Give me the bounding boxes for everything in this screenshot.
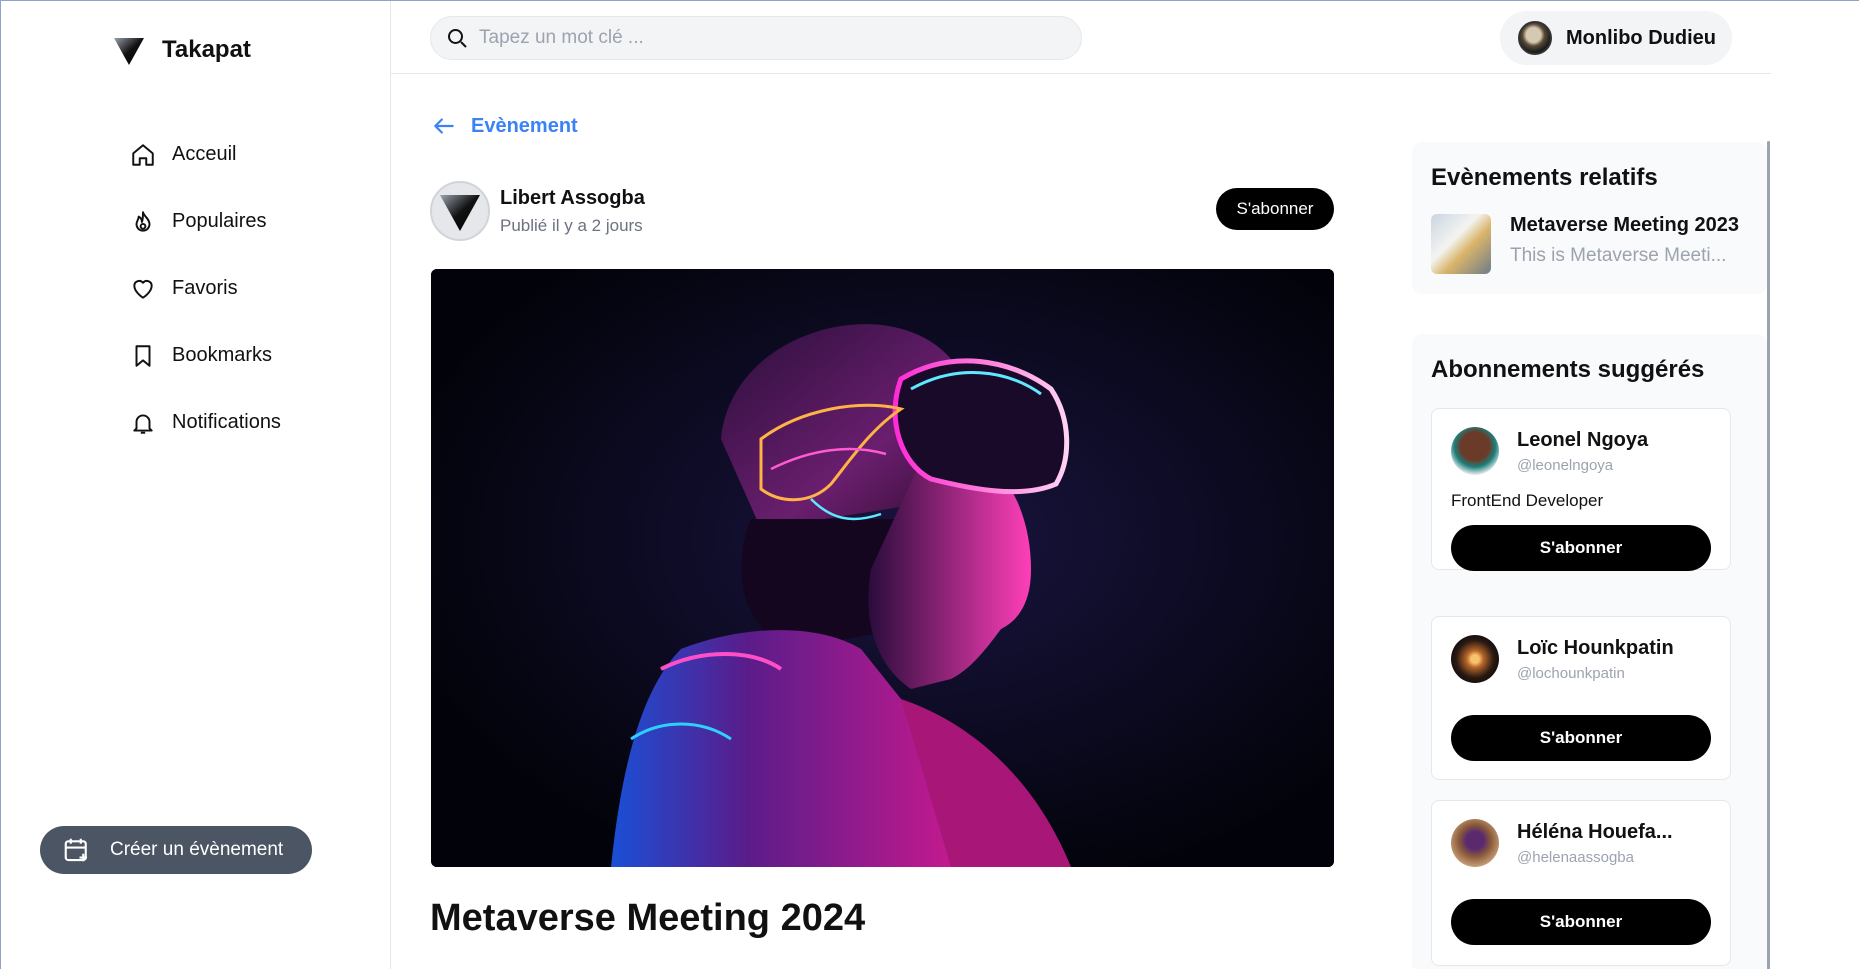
related-event-desc: This is Metaverse Meeti...: [1510, 245, 1727, 266]
back-link[interactable]: Evènement: [431, 113, 578, 139]
logo-icon: [440, 195, 480, 231]
header-divider: [391, 73, 1771, 74]
nav-item-favorites[interactable]: Favoris: [130, 255, 281, 322]
create-event-label: Créer un évènement: [110, 839, 284, 860]
avatar[interactable]: [1451, 819, 1499, 867]
nav-item-home[interactable]: Acceuil: [130, 121, 281, 188]
suggested-user-card: Loïc Hounkpatin @lochounkpatin S'abonner: [1431, 616, 1731, 780]
heart-icon: [133, 279, 153, 299]
app-frame: Takapat Acceuil Populaires Favoris Bookm…: [0, 0, 1859, 969]
related-events-panel: Evènements relatifs Metaverse Meeting 20…: [1412, 142, 1767, 294]
scrollbar[interactable]: [1767, 141, 1770, 969]
suggested-user-name[interactable]: Loïc Hounkpatin: [1517, 637, 1674, 660]
search-bar[interactable]: [430, 16, 1082, 60]
nav-label: Favoris: [172, 277, 238, 299]
author-avatar[interactable]: [430, 181, 490, 241]
related-events-title: Evènements relatifs: [1431, 164, 1658, 191]
back-label: Evènement: [471, 114, 578, 137]
related-event-item[interactable]: Metaverse Meeting 2023 This is Metaverse…: [1431, 214, 1767, 274]
nav-label: Notifications: [172, 411, 281, 433]
brand[interactable]: Takapat: [112, 33, 251, 67]
suggested-user-bio: FrontEnd Developer: [1451, 491, 1604, 510]
subscribe-button[interactable]: S'abonner: [1216, 188, 1334, 230]
nav-item-bookmarks[interactable]: Bookmarks: [130, 322, 281, 389]
user-name: Monlibo Dudieu: [1566, 26, 1716, 49]
nav-item-notifications[interactable]: Notifications: [130, 389, 281, 456]
flame-icon: [135, 210, 151, 232]
nav-label: Acceuil: [172, 143, 237, 165]
suggested-user-name[interactable]: Leonel Ngoya: [1517, 429, 1648, 452]
suggested-user-handle: @helenaassogba: [1517, 848, 1634, 866]
suggested-user-card: Héléna Houefa... @helenaassogba S'abonne…: [1431, 800, 1731, 966]
user-menu[interactable]: Monlibo Dudieu: [1500, 11, 1732, 65]
avatar: [1518, 21, 1552, 55]
publish-time: Publié il y a 2 jours: [500, 215, 643, 235]
nav-item-popular[interactable]: Populaires: [130, 188, 281, 255]
suggested-user-handle: @leonelngoya: [1517, 456, 1614, 474]
nav-label: Bookmarks: [172, 344, 273, 366]
suggested-subscriptions-panel: Abonnements suggérés Leonel Ngoya @leone…: [1412, 334, 1767, 969]
sidebar: Takapat Acceuil Populaires Favoris Bookm…: [2, 1, 391, 969]
post-author: Libert Assogba Publié il y a 2 jours: [430, 181, 645, 241]
subscribe-button[interactable]: S'abonner: [1451, 525, 1711, 571]
vr-headset-illustration: [431, 269, 1334, 867]
event-thumbnail: [1431, 214, 1491, 274]
avatar[interactable]: [1451, 427, 1499, 475]
suggested-title: Abonnements suggérés: [1431, 356, 1705, 383]
home-icon: [132, 143, 154, 166]
suggested-user-name[interactable]: Héléna Houefa...: [1517, 821, 1673, 844]
bell-icon: [133, 413, 153, 434]
suggested-user-card: Leonel Ngoya @leonelngoya FrontEnd Devel…: [1431, 408, 1731, 571]
related-event-title: Metaverse Meeting 2023: [1510, 214, 1740, 236]
create-event-button[interactable]: Créer un évènement: [40, 826, 312, 874]
arrow-left-icon: [434, 118, 454, 134]
event-cover-image: [431, 269, 1334, 867]
app-name: Takapat: [162, 36, 251, 63]
search-input[interactable]: [479, 27, 1039, 49]
calendar-add-icon: [64, 838, 87, 862]
bookmark-icon: [135, 344, 151, 367]
main-nav: Acceuil Populaires Favoris Bookmarks Not…: [130, 121, 281, 456]
suggested-user-handle: @lochounkpatin: [1517, 664, 1625, 682]
nav-label: Populaires: [172, 210, 267, 232]
avatar[interactable]: [1451, 635, 1499, 683]
event-title: Metaverse Meeting 2024: [430, 897, 866, 939]
subscribe-button[interactable]: S'abonner: [1451, 715, 1711, 761]
author-name[interactable]: Libert Assogba: [500, 187, 645, 210]
search-icon: [448, 29, 467, 48]
logo-icon: [114, 38, 144, 65]
subscribe-button[interactable]: S'abonner: [1451, 899, 1711, 945]
